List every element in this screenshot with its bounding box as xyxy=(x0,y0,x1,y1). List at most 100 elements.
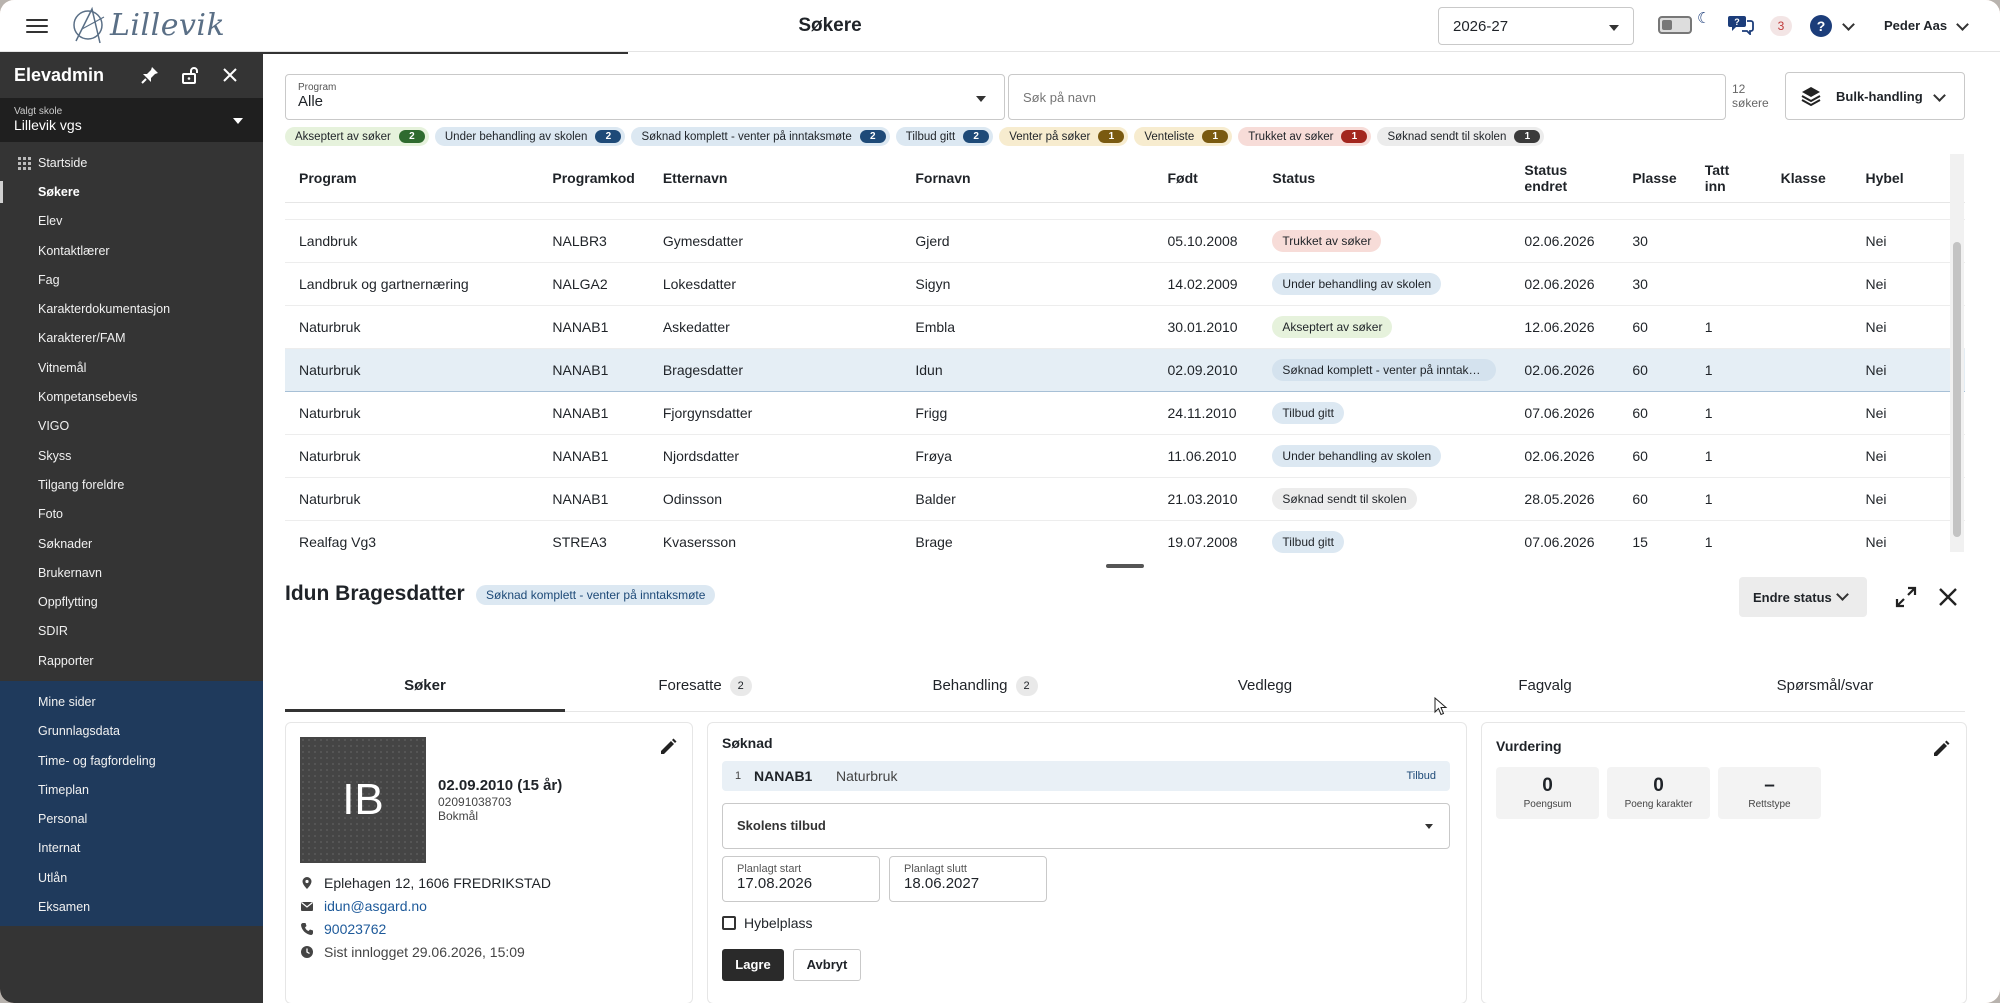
dark-mode-toggle[interactable] xyxy=(1658,16,1692,34)
table-row[interactable]: Naturbruk NANAB1 Njordsdatter Frøya 11.06.20… xyxy=(285,434,1965,478)
cancel-button[interactable]: Avbryt xyxy=(793,949,861,981)
tab-sporsmal-svar[interactable]: Spørsmål/svar xyxy=(1685,666,1965,711)
school-select[interactable]: Valgt skole Lillevik vgs xyxy=(0,98,263,142)
column-header-status-changed[interactable]: Status endret xyxy=(1510,154,1618,202)
sidebar-item-sdir[interactable]: SDIR xyxy=(0,617,263,646)
bulk-action-button[interactable]: Bulk-handling xyxy=(1785,72,1965,120)
status-filter-chip[interactable]: Tilbud gitt 2 xyxy=(895,127,994,146)
save-button[interactable]: Lagre xyxy=(722,949,784,981)
sidebar-item-grunnlagsdata[interactable]: Grunnlagsdata xyxy=(0,717,263,746)
expand-icon[interactable] xyxy=(1894,585,1918,609)
sidebar-item-time-og-fagfordeling[interactable]: Time- og fagfordeling xyxy=(0,746,263,775)
table-row[interactable]: Naturbruk NANAB1 Bragesdatter Idun 02.09.201… xyxy=(285,347,1965,392)
column-header-hybel[interactable]: Hybel xyxy=(1851,154,1965,202)
sidebar-item-elev[interactable]: Elev xyxy=(0,207,263,236)
status-filter-chip[interactable]: Venter på søker 1 xyxy=(999,127,1129,146)
sidebar-item-vigo[interactable]: VIGO xyxy=(0,412,263,441)
column-header-born[interactable]: Født xyxy=(1154,154,1259,202)
sidebar-item-eksamen[interactable]: Eksamen xyxy=(0,892,263,921)
status-filter-chip[interactable]: Akseptert av søker 2 xyxy=(285,127,429,146)
sidebar-item-foto[interactable]: Foto xyxy=(0,500,263,529)
sidebar-item-tilgang-foreldre[interactable]: Tilgang foreldre xyxy=(0,470,263,499)
sidebar-item-brukernavn[interactable]: Brukernavn xyxy=(0,558,263,587)
sidebar-item-karakterer-fam[interactable]: Karakterer/FAM xyxy=(0,324,263,353)
sidebar-item-skyss[interactable]: Skyss xyxy=(0,441,263,470)
table-row[interactable]: Naturbruk NANAB1 Fjorgynsdatter Frigg 24.11.… xyxy=(285,391,1965,435)
school-offer-select[interactable]: Skolens tilbud xyxy=(722,803,1450,849)
chat-question-icon[interactable]: ? xyxy=(1728,13,1754,35)
help-chevron-down-icon[interactable] xyxy=(1842,18,1855,31)
tab-foresatte[interactable]: Foresatte 2 xyxy=(565,666,845,711)
school-year-select[interactable]: 2026-27 xyxy=(1438,7,1634,45)
unlock-icon[interactable] xyxy=(181,66,199,84)
close-panel-icon[interactable] xyxy=(1937,586,1959,608)
sidebar-item-kontaktlaerer[interactable]: Kontaktlærer xyxy=(0,236,263,265)
planned-start-field[interactable]: Planlagt start 17.08.2026 xyxy=(722,856,880,902)
help-icon[interactable]: ? xyxy=(1810,15,1832,37)
panel-resize-handle[interactable] xyxy=(1106,564,1144,568)
edit-pencil-icon[interactable] xyxy=(1931,739,1951,759)
sidebar-item-mine-sider[interactable]: Mine sider xyxy=(0,687,263,716)
pin-icon[interactable] xyxy=(141,66,159,84)
status-filter-chip[interactable]: Under behandling av skolen 2 xyxy=(434,127,626,146)
planned-end-field[interactable]: Planlagt slutt 18.06.2027 xyxy=(889,856,1047,902)
column-header-first-name[interactable]: Fornavn xyxy=(901,154,1153,202)
tab-vedlegg[interactable]: Vedlegg xyxy=(1125,666,1405,711)
edit-pencil-icon[interactable] xyxy=(658,737,678,757)
sidebar-item-personal[interactable]: Personal xyxy=(0,805,263,834)
column-header-admitted[interactable]: Tatt inn xyxy=(1691,154,1767,202)
column-header-class[interactable]: Klasse xyxy=(1767,154,1852,202)
cell-admitted: 1 xyxy=(1690,477,1767,521)
sidebar-item-startside[interactable]: Startside xyxy=(0,148,263,177)
sidebar-item-kompetansebevis[interactable]: Kompetansebevis xyxy=(0,382,263,411)
school-year-value: 2026-27 xyxy=(1453,18,1509,35)
column-header-last-name[interactable]: Etternavn xyxy=(649,154,902,202)
email-link[interactable]: idun@asgard.no xyxy=(324,898,427,914)
notification-badge[interactable]: 3 xyxy=(1770,16,1792,36)
cell-first-name: Idun xyxy=(901,347,1154,392)
user-chevron-down-icon[interactable] xyxy=(1956,18,1969,31)
sidebar-item-internat[interactable]: Internat xyxy=(0,834,263,863)
table-row[interactable]: Naturbruk NANAB1 Askedatter Embla 30.01.2010… xyxy=(285,305,1965,349)
user-menu[interactable]: Peder Aas xyxy=(1884,18,1947,33)
close-icon[interactable] xyxy=(221,66,239,84)
status-filter-chip[interactable]: Venteliste 1 xyxy=(1134,127,1233,146)
grid-icon xyxy=(18,157,31,170)
applicant-name: Idun Bragesdatter xyxy=(285,582,465,605)
sidebar-item-rapporter[interactable]: Rapporter xyxy=(0,646,263,675)
sidebar-item-timeplan[interactable]: Timeplan xyxy=(0,775,263,804)
status-filter-chip[interactable]: Trukket av søker 1 xyxy=(1238,127,1372,146)
cell-born: 19.07.2008 xyxy=(1153,520,1259,554)
sidebar-item-oppflytting[interactable]: Oppflytting xyxy=(0,587,263,616)
program-filter-select[interactable]: Program Alle xyxy=(285,74,1005,120)
column-header-status[interactable]: Status xyxy=(1258,154,1510,202)
column-header-places[interactable]: Plasse xyxy=(1618,154,1690,202)
tab-count-badge: 2 xyxy=(729,676,752,696)
table-row[interactable]: Landbruk NALBR3 Gymesdatter Gjerd 05.10.2008… xyxy=(285,219,1965,263)
column-header-program[interactable]: Program xyxy=(285,154,538,202)
column-header-program-code[interactable]: Programkod xyxy=(538,154,648,202)
sidebar-item-vitnemal[interactable]: Vitnemål xyxy=(0,353,263,382)
table-row[interactable]: Naturbruk NANAB1 Odinsson Balder 21.03.2010 S… xyxy=(285,477,1965,521)
status-filter-chip[interactable]: Søknad komplett - venter på inntaksmøte 2 xyxy=(631,127,890,146)
sidebar-item-karakterdokumentasjon[interactable]: Karakterdokumentasjon xyxy=(0,294,263,323)
tab-label: Vedlegg xyxy=(1237,677,1293,694)
hybel-checkbox[interactable]: Hybelplass xyxy=(722,915,812,931)
name-search-input[interactable] xyxy=(1008,74,1726,120)
sidebar-item-sokere[interactable]: Søkere xyxy=(0,177,263,206)
status-filter-chip[interactable]: Søknad sendt til skolen 1 xyxy=(1377,127,1545,146)
sidebar-item-utlan[interactable]: Utlån xyxy=(0,863,263,892)
table-row[interactable]: Realfag Vg3 STREA3 Kvasersson Brage 19.07.20… xyxy=(285,520,1965,554)
sidebar-item-fag[interactable]: Fag xyxy=(0,265,263,294)
change-status-button[interactable]: Endre status xyxy=(1739,577,1867,617)
phone-link[interactable]: 90023762 xyxy=(324,921,386,937)
scrollbar-thumb[interactable] xyxy=(1953,242,1961,537)
tab-soker[interactable]: Søker xyxy=(285,666,565,712)
cell-first-name: Frøya xyxy=(901,434,1154,478)
sidebar-item-soknader[interactable]: Søknader xyxy=(0,529,263,558)
table-row[interactable]: Landbruk og gartnernæring NALGA2 Lokesdatt… xyxy=(285,262,1965,306)
table-scrollbar[interactable] xyxy=(1950,154,1964,552)
tab-behandling[interactable]: Behandling 2 xyxy=(845,666,1125,711)
application-choice-row[interactable]: 1 NANAB1 Naturbruk Tilbud xyxy=(722,761,1450,791)
cell-status-changed: 07.06.2026 xyxy=(1510,391,1619,435)
